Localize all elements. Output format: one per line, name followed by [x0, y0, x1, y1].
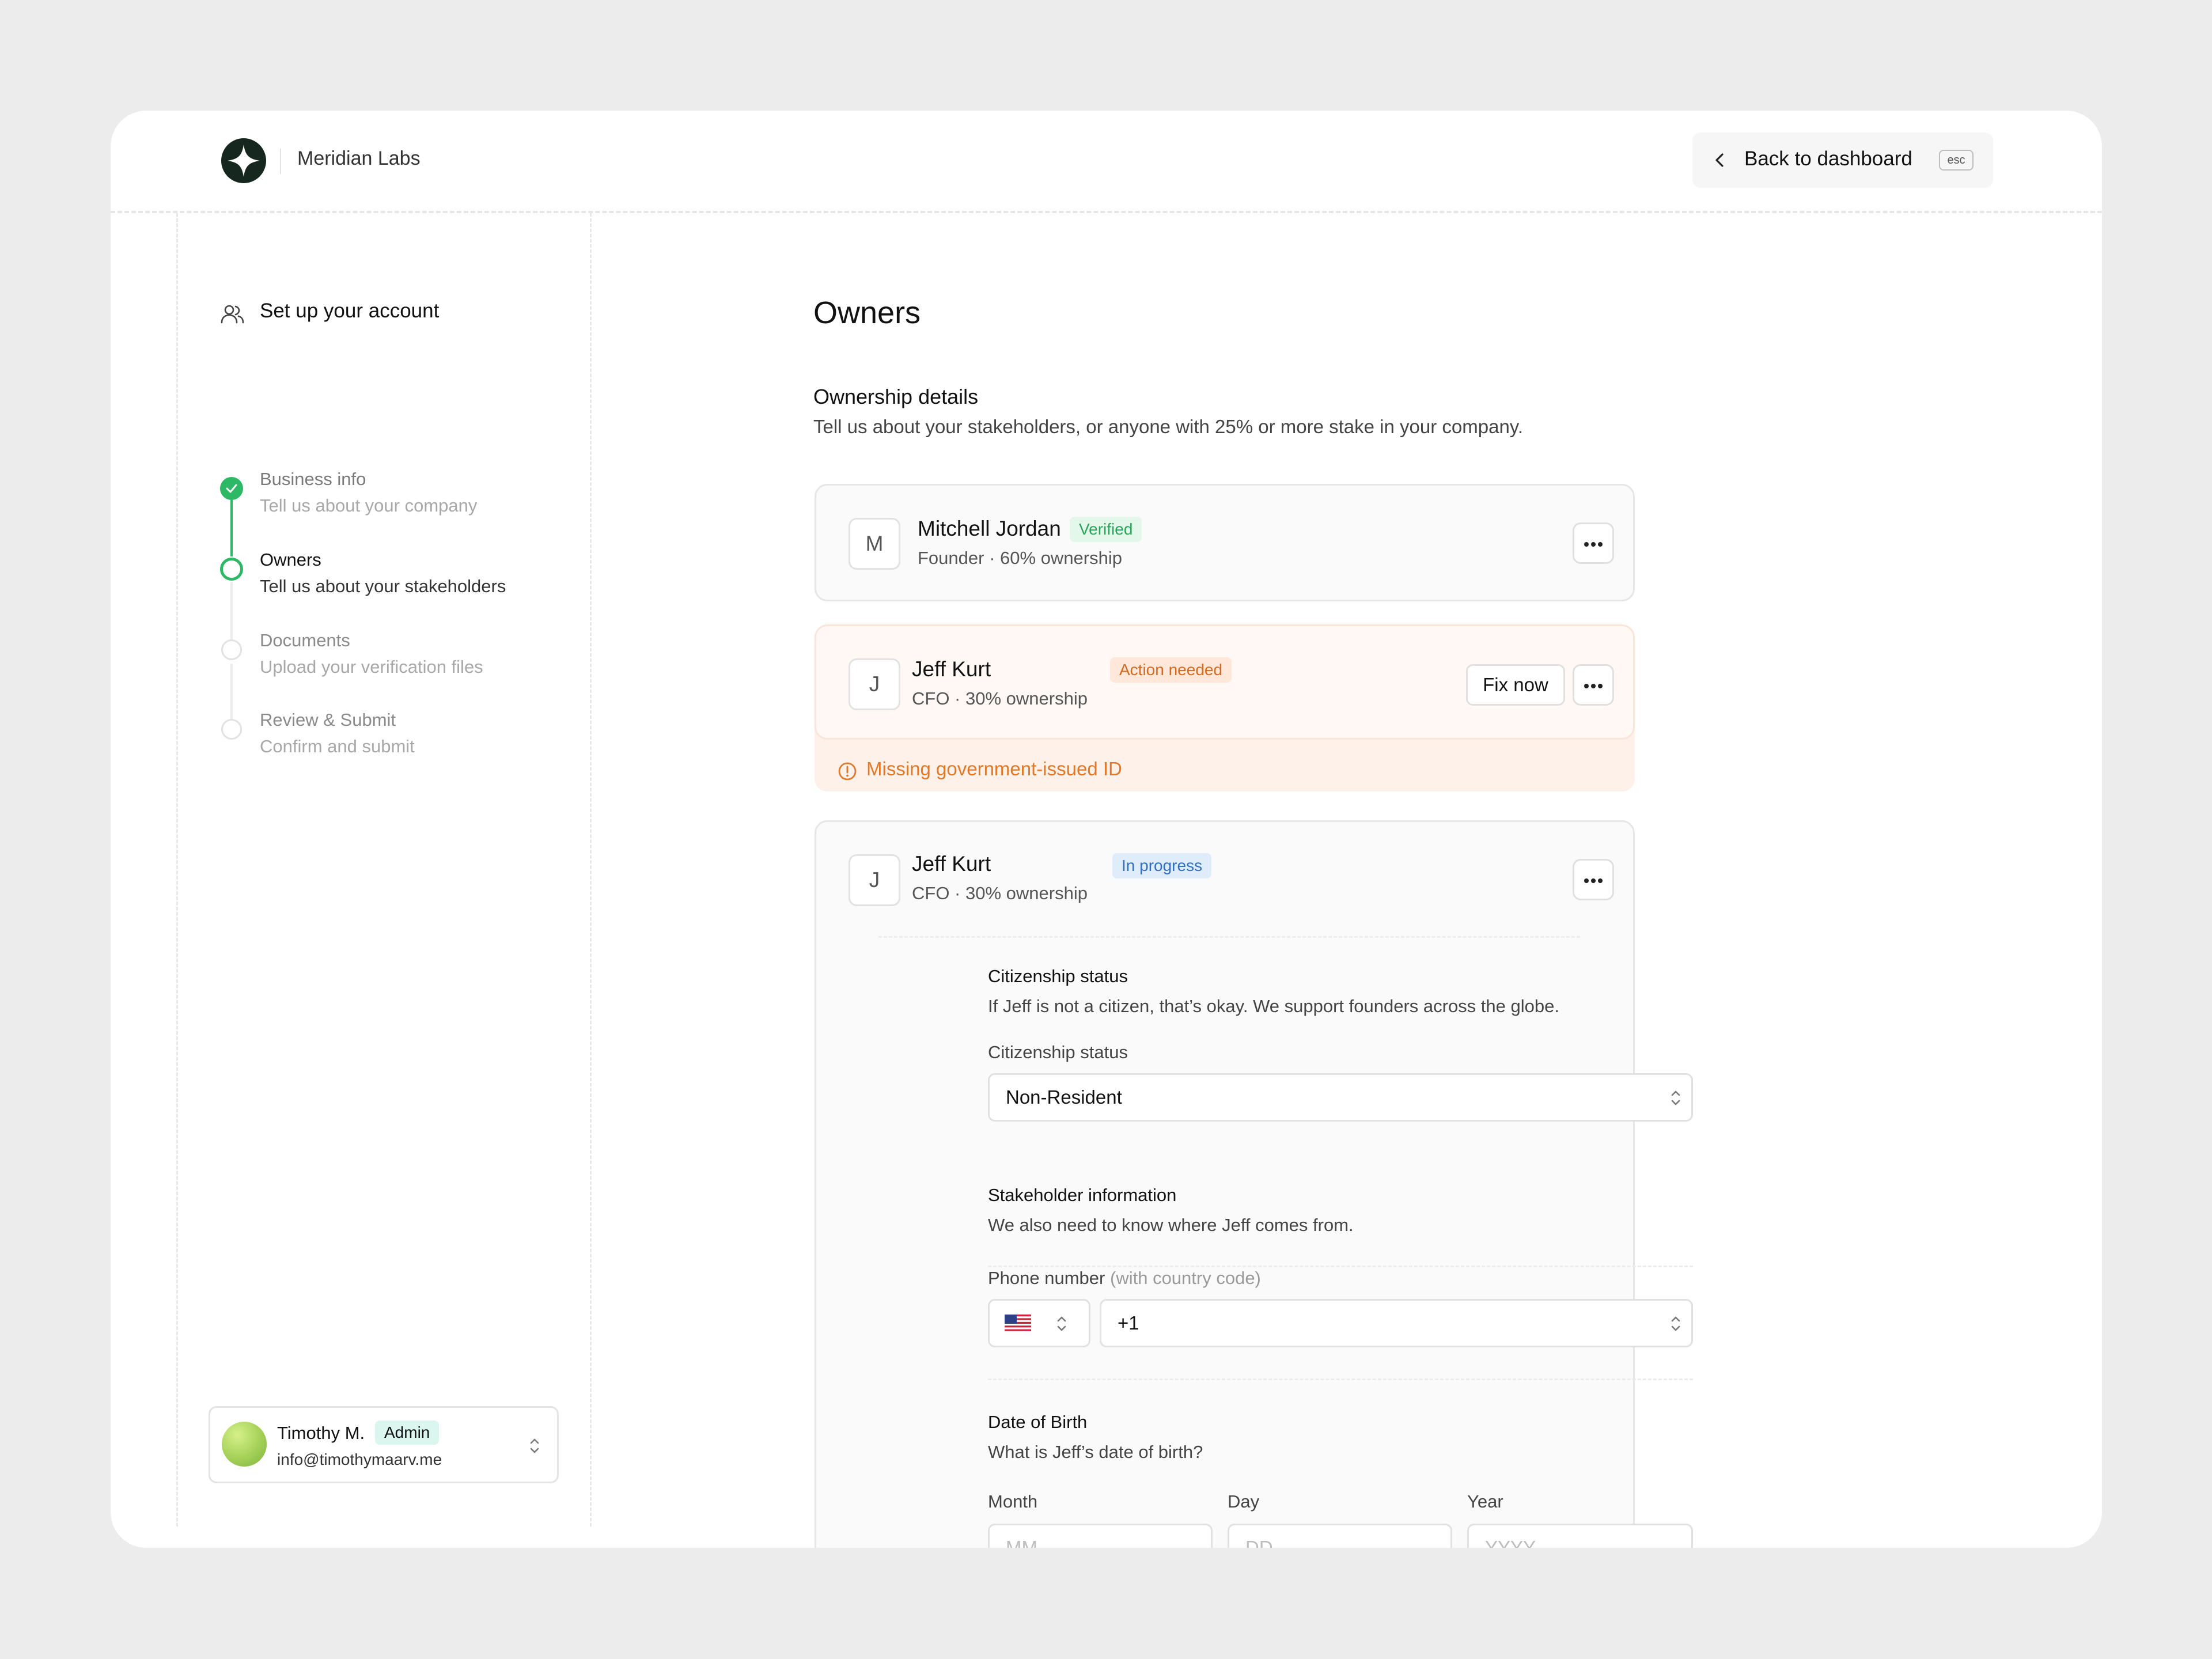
citizenship-section-title: Citizenship status — [988, 966, 1128, 986]
month-placeholder: MM — [1006, 1537, 1037, 1548]
stakeholder-section-title: Stakeholder information — [988, 1185, 1177, 1205]
phone-code-value: +1 — [1118, 1312, 1139, 1334]
top-bar: Meridian Labs Back to dashboard esc — [111, 111, 2102, 213]
day-placeholder: DD — [1245, 1537, 1273, 1548]
sidebar-left-guide — [176, 213, 178, 1527]
back-to-dashboard-label: Back to dashboard — [1744, 147, 1912, 170]
chevron-up-down-icon — [1671, 1090, 1680, 1105]
brand-logo-icon — [221, 138, 266, 183]
step-description: Confirm and submit — [260, 736, 415, 756]
avatar — [222, 1422, 267, 1467]
step-title: Business info — [260, 469, 366, 489]
chevron-left-icon — [1715, 153, 1724, 167]
owner-initial: J — [849, 854, 900, 906]
owner-role: Founder · 60% ownership — [918, 548, 1122, 568]
owner-card-jeff-kurt-action[interactable]: J Jeff Kurt Action needed CFO · 30% owne… — [815, 624, 1635, 740]
step-connector — [230, 582, 233, 649]
step-complete-icon — [220, 477, 243, 500]
sidebar-step-owners[interactable]: Owners Tell us about your stakeholders — [260, 547, 506, 600]
dob-section-title: Date of Birth — [988, 1412, 1088, 1432]
owner-role: CFO · 30% ownership — [912, 688, 1088, 709]
sidebar-step-review-submit[interactable]: Review & Submit Confirm and submit — [260, 707, 415, 760]
phone-field-label: Phone number (with country code) — [988, 1268, 1261, 1288]
citizenship-value: Non-Resident — [1006, 1086, 1122, 1108]
section-title: Ownership details — [813, 385, 979, 408]
dob-section-description: What is Jeff’s date of birth? — [988, 1442, 1203, 1462]
year-input[interactable]: YYYY — [1467, 1524, 1693, 1548]
section-divider — [988, 1266, 1693, 1267]
setup-title: Set up your account — [260, 300, 440, 322]
account-switcher[interactable]: Timothy M. Admin info@timothymaarv.me — [209, 1406, 559, 1483]
owner-initial: M — [849, 518, 900, 570]
section-description: Tell us about your stakeholders, or anyo… — [813, 416, 1524, 437]
page-title: Owners — [813, 296, 921, 330]
user-name: Timothy M. — [277, 1423, 365, 1443]
month-field-label: Month — [988, 1491, 1038, 1512]
section-divider — [988, 1378, 1693, 1380]
step-current-icon — [220, 558, 243, 581]
citizenship-section-description: If Jeff is not a citizen, that’s okay. W… — [988, 996, 1559, 1016]
more-options-button[interactable] — [1573, 664, 1614, 706]
status-badge: Action needed — [1110, 657, 1232, 683]
phone-input[interactable]: +1 — [1100, 1299, 1693, 1347]
year-placeholder: YYYY — [1485, 1537, 1536, 1548]
more-options-button[interactable] — [1573, 522, 1614, 564]
section-divider — [878, 936, 1580, 938]
step-title: Owners — [260, 550, 321, 570]
step-pending-icon — [221, 639, 242, 660]
citizenship-field-label: Citizenship status — [988, 1042, 1128, 1062]
more-options-button[interactable] — [1573, 859, 1614, 900]
step-description: Tell us about your company — [260, 495, 478, 516]
status-badge: In progress — [1112, 853, 1212, 878]
step-title: Documents — [260, 630, 350, 650]
alert-circle-icon — [838, 762, 857, 781]
chevron-up-down-icon — [530, 1438, 539, 1453]
app-window: Meridian Labs Back to dashboard esc Set … — [111, 111, 2102, 1548]
step-description: Upload your verification files — [260, 657, 483, 677]
company-name: Meridian Labs — [297, 147, 421, 169]
stakeholder-section-description: We also need to know where Jeff comes fr… — [988, 1215, 1354, 1235]
chevron-up-down-icon — [1671, 1316, 1680, 1331]
users-icon — [221, 305, 244, 324]
day-field-label: Day — [1228, 1491, 1260, 1512]
fix-now-button[interactable]: Fix now — [1466, 664, 1565, 706]
step-title: Review & Submit — [260, 710, 396, 730]
back-to-dashboard-button[interactable]: Back to dashboard esc — [1692, 132, 1993, 188]
warning-text: Missing government-issued ID — [866, 758, 1122, 779]
sidebar-step-documents[interactable]: Documents Upload your verification files — [260, 628, 483, 681]
sidebar-step-business-info[interactable]: Business info Tell us about your company — [260, 467, 477, 520]
step-description: Tell us about your stakeholders — [260, 576, 506, 596]
owner-name: Jeff Kurt — [912, 657, 991, 681]
user-email: info@timothymaarv.me — [277, 1450, 442, 1468]
day-input[interactable]: DD — [1228, 1524, 1452, 1548]
owner-role: CFO · 30% ownership — [912, 883, 1088, 903]
month-input[interactable]: MM — [988, 1524, 1213, 1548]
step-pending-icon — [221, 719, 242, 740]
role-badge: Admin — [375, 1421, 440, 1445]
step-connector-done — [230, 500, 233, 556]
us-flag-icon — [1005, 1315, 1031, 1333]
owner-initial: J — [849, 658, 900, 710]
chevron-up-down-icon — [1057, 1316, 1066, 1331]
brand-divider — [280, 149, 281, 174]
year-field-label: Year — [1467, 1491, 1503, 1512]
country-code-select[interactable] — [988, 1299, 1090, 1347]
owner-card-mitchell-jordan[interactable]: M Mitchell Jordan Verified Founder · 60%… — [815, 484, 1635, 601]
owner-name: Mitchell Jordan — [918, 517, 1061, 540]
owner-card-jeff-kurt-in-progress: J Jeff Kurt In progress CFO · 30% owners… — [815, 820, 1693, 1548]
citizenship-select[interactable]: Non-Resident — [988, 1073, 1693, 1122]
owner-name: Jeff Kurt — [912, 852, 991, 876]
esc-shortcut-badge: esc — [1939, 150, 1974, 171]
status-badge: Verified — [1070, 517, 1142, 542]
sidebar-right-guide — [590, 213, 592, 1527]
